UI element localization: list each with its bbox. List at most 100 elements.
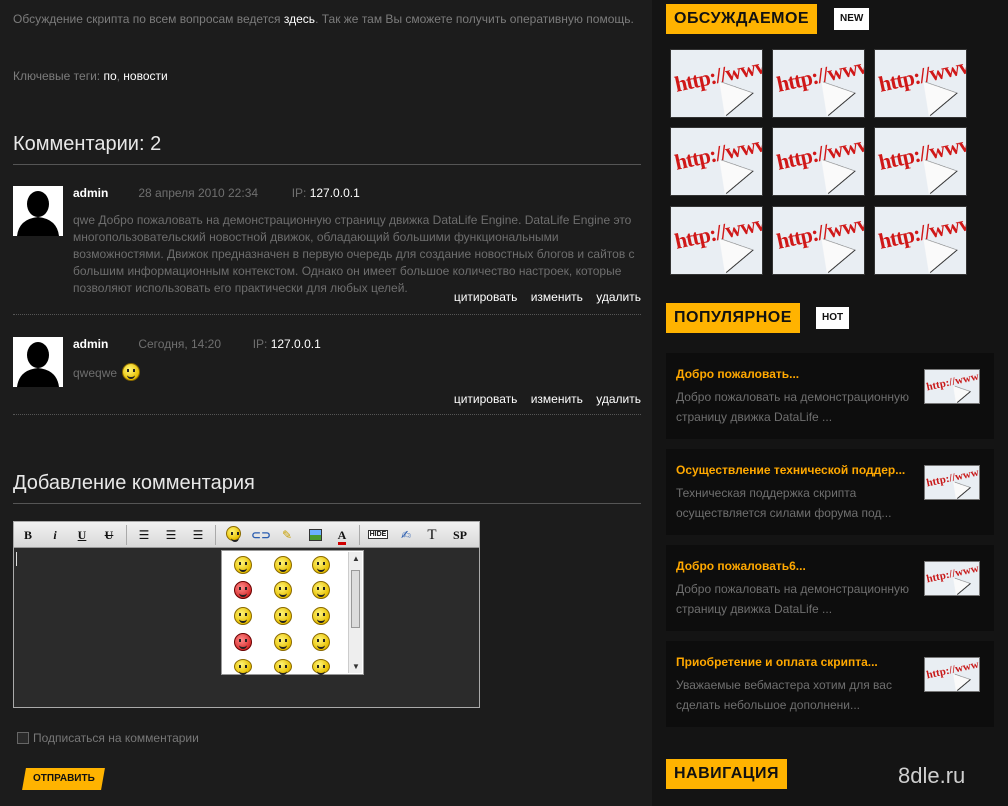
tag-link[interactable]: новости: [123, 69, 167, 83]
discussed-thumbnail[interactable]: http://www: [874, 127, 967, 196]
bold-button[interactable]: B: [18, 526, 38, 544]
text-color-icon[interactable]: A: [332, 526, 352, 545]
comment-author[interactable]: admin: [73, 337, 135, 351]
avatar: [13, 337, 63, 387]
comment-text-body: qweqwe: [73, 366, 118, 380]
underline-button[interactable]: U: [72, 526, 92, 544]
comment-author[interactable]: admin: [73, 186, 135, 200]
popular-item[interactable]: Осуществление технической поддер... Техн…: [666, 449, 994, 535]
toolbar-separator: [215, 525, 216, 545]
smiley-scrollbar[interactable]: ▲ ▼: [348, 552, 362, 673]
watermark-logo: 8dle.ru: [898, 763, 966, 788]
align-left-icon[interactable]: ☰: [134, 526, 154, 544]
quote-button[interactable]: цитировать: [454, 290, 518, 304]
discussed-thumbnail[interactable]: http://www: [772, 49, 865, 118]
scroll-down-icon[interactable]: ▼: [352, 662, 360, 671]
discussed-thumbnail[interactable]: http://www: [874, 206, 967, 275]
hide-button[interactable]: HIDE: [366, 526, 390, 544]
subscribe-checkbox[interactable]: [17, 732, 29, 744]
font-button[interactable]: T: [422, 526, 442, 544]
popular-item-image[interactable]: http://www: [924, 561, 980, 596]
leech-link-icon[interactable]: ✎: [277, 526, 297, 544]
edit-button[interactable]: изменить: [531, 392, 583, 406]
popular-item-image[interactable]: http://www: [924, 657, 980, 692]
devil-smiley-icon[interactable]: [234, 581, 252, 599]
popular-title: ПОПУЛЯРНОЕ: [666, 303, 800, 333]
smiley-icon[interactable]: [312, 659, 330, 675]
smiley-icon: [122, 363, 141, 381]
tags-line: Ключевые теги: по, новости: [13, 69, 168, 83]
popular-item-title[interactable]: Осуществление технической поддер...: [676, 463, 905, 477]
subscribe-option[interactable]: Подписаться на комментарии: [17, 731, 199, 745]
popular-item-title[interactable]: Добро пожаловать6...: [676, 559, 806, 573]
toolbar-separator: [126, 525, 127, 545]
new-badge: NEW: [834, 8, 870, 30]
ip-label: IP:: [291, 186, 307, 200]
comment-meta: admin 28 апреля 2010 22:34 IP: 127.0.0.1: [73, 186, 360, 200]
discussed-thumbnail[interactable]: http://www: [670, 206, 763, 275]
image-icon[interactable]: [305, 526, 325, 544]
tag-link[interactable]: по: [103, 69, 116, 83]
edit-button[interactable]: изменить: [531, 290, 583, 304]
avatar: [13, 186, 63, 236]
smiley-icon[interactable]: [274, 659, 292, 675]
smiley-icon[interactable]: [274, 556, 292, 574]
popular-item-title[interactable]: Добро пожаловать...: [676, 367, 799, 381]
strike-button[interactable]: U: [99, 526, 119, 544]
delete-button[interactable]: удалить: [596, 290, 641, 304]
smiley-icon[interactable]: [274, 581, 292, 599]
popular-item[interactable]: Приобретение и оплата скрипта... Уважаем…: [666, 641, 994, 727]
scroll-up-icon[interactable]: ▲: [352, 554, 360, 563]
spoiler-button[interactable]: SP: [448, 526, 472, 544]
smiley-icon[interactable]: [234, 607, 252, 625]
subscribe-label: Подписаться на комментарии: [33, 731, 199, 745]
smiley-icon[interactable]: [312, 633, 330, 651]
smiley-icon[interactable]: [312, 607, 330, 625]
smiley-icon[interactable]: [234, 556, 252, 574]
link-icon[interactable]: ⊂⊃: [251, 526, 271, 544]
align-center-icon[interactable]: ☰: [161, 526, 181, 544]
italic-button[interactable]: i: [45, 526, 65, 544]
intro-link[interactable]: здесь: [284, 12, 315, 26]
smiley-icon[interactable]: [312, 581, 330, 599]
popular-item-title[interactable]: Приобретение и оплата скрипта...: [676, 655, 878, 669]
popular-item-desc: Добро пожаловать на демонстрационную стр…: [676, 582, 909, 616]
intro-text: Обсуждение скрипта по всем вопросам веде…: [13, 9, 641, 29]
send-button[interactable]: ОТПРАВИТЬ: [22, 768, 105, 790]
add-comment-title: Добавление комментария: [13, 472, 641, 504]
popular-item-desc: Добро пожаловать на демонстрационную стр…: [676, 390, 909, 424]
align-right-icon[interactable]: ☰: [188, 526, 208, 544]
delete-button[interactable]: удалить: [596, 392, 641, 406]
popular-item-desc: Уважаемые вебмастера хотим для вас сдела…: [676, 678, 892, 712]
popular-item[interactable]: Добро пожаловать... Добро пожаловать на …: [666, 353, 994, 439]
comment-actions: цитировать изменить удалить: [444, 392, 641, 406]
quote-edit-icon[interactable]: ✍: [396, 526, 416, 544]
discussed-title: ОБСУЖДАЕМОЕ: [666, 4, 818, 34]
love-smiley-icon[interactable]: [234, 633, 252, 651]
comment-ip: 127.0.0.1: [309, 186, 360, 200]
smiley-icon[interactable]: [223, 526, 243, 544]
intro-text-after: . Так же там Вы сможете получить операти…: [315, 12, 634, 26]
popular-item[interactable]: Добро пожаловать6... Добро пожаловать на…: [666, 545, 994, 631]
popular-item-image[interactable]: http://www: [924, 465, 980, 500]
popular-item-image[interactable]: http://www: [924, 369, 980, 404]
smiley-icon[interactable]: [274, 633, 292, 651]
divider: [13, 314, 641, 315]
discussed-thumbnail[interactable]: http://www: [772, 127, 865, 196]
scroll-thumb[interactable]: [351, 570, 360, 628]
comment-ip: 127.0.0.1: [270, 337, 321, 351]
smiley-icon[interactable]: [234, 659, 252, 675]
comment-editor: B i U U ☰ ☰ ☰ ⊂⊃ ✎ A HIDE ✍ T SP ▲ ▼: [13, 521, 480, 708]
comments-title: Комментарии: 2: [13, 133, 641, 165]
popular-item-desc: Техническая поддержка скрипта осуществля…: [676, 486, 892, 520]
discussed-thumbnail[interactable]: http://www: [670, 127, 763, 196]
discussed-thumbnail[interactable]: http://www: [772, 206, 865, 275]
tags-label: Ключевые теги:: [13, 69, 104, 83]
smiley-icon[interactable]: [274, 607, 292, 625]
discussed-thumbnail[interactable]: http://www: [670, 49, 763, 118]
intro-text-before: Обсуждение скрипта по всем вопросам веде…: [13, 12, 284, 26]
discussed-thumbnail[interactable]: http://www: [874, 49, 967, 118]
quote-button[interactable]: цитировать: [454, 392, 518, 406]
hot-badge: HOT: [816, 307, 850, 329]
smiley-icon[interactable]: [312, 556, 330, 574]
